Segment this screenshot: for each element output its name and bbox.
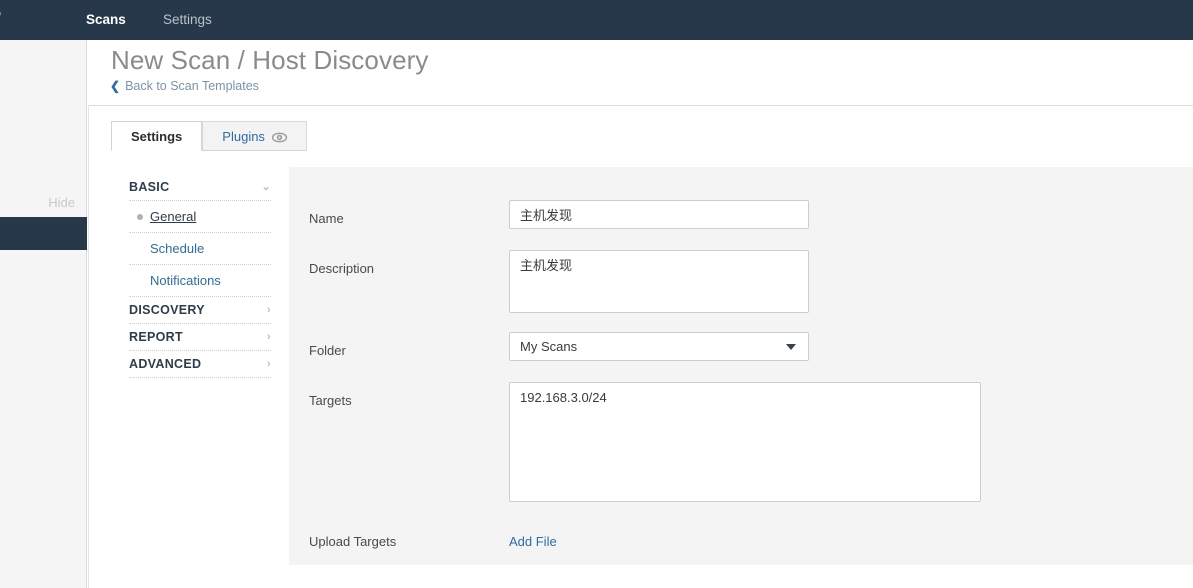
chevron-down-icon <box>786 343 796 350</box>
side-menu-group-basic[interactable]: BASIC ⌄ <box>129 174 271 200</box>
tab-plugins[interactable]: Plugins <box>202 121 307 151</box>
side-menu-group-advanced-label: ADVANCED <box>129 357 202 371</box>
chevron-right-icon: › <box>267 357 271 370</box>
name-input[interactable] <box>509 200 809 229</box>
scan-settings-form: Name Description Folder My Scans Targets… <box>289 167 1193 565</box>
side-menu-group-discovery[interactable]: DISCOVERY › <box>129 297 271 323</box>
main-content-area: Settings Plugins BASIC ⌄ General Schedul… <box>88 107 1193 588</box>
side-menu-group-advanced[interactable]: ADVANCED › <box>129 351 271 377</box>
back-link-label: Back to Scan Templates <box>125 79 259 93</box>
chevron-right-icon: › <box>267 330 271 343</box>
side-menu-group-basic-label: BASIC <box>129 180 170 194</box>
bullet-icon <box>137 213 143 220</box>
folder-field-label: Folder <box>309 343 346 358</box>
description-field-label: Description <box>309 261 375 276</box>
side-menu-item-notifications-label: Notifications <box>150 273 221 288</box>
registered-trademark-icon: ® <box>0 11 1 18</box>
side-menu-item-general[interactable]: General <box>129 201 271 232</box>
app-root: s® Scans Settings Hide les New Scan / Ho… <box>0 0 1193 588</box>
side-menu-group-report-label: REPORT <box>129 330 183 344</box>
eye-icon <box>271 131 288 142</box>
chevron-right-icon: › <box>267 303 271 316</box>
side-menu-item-general-label: General <box>150 209 197 224</box>
targets-field-label: Targets <box>309 393 352 408</box>
side-menu-group-report[interactable]: REPORT › <box>129 324 271 350</box>
side-menu-group-discovery-label: DISCOVERY <box>129 303 205 317</box>
sidebar-hide-button[interactable]: Hide <box>0 195 75 210</box>
tab-settings[interactable]: Settings <box>111 121 203 151</box>
left-sidebar-rail: Hide les <box>0 40 87 588</box>
tab-settings-label: Settings <box>131 128 183 144</box>
side-menu-item-schedule-label: Schedule <box>150 241 205 256</box>
back-to-scan-templates-link[interactable]: ❮ Back to Scan Templates <box>110 79 259 93</box>
folder-select-value: My Scans <box>520 339 578 354</box>
chevron-down-icon: ⌄ <box>261 180 271 193</box>
name-field-label: Name <box>309 211 344 226</box>
tab-bar: Settings Plugins <box>111 121 307 151</box>
tab-plugins-label: Plugins <box>222 128 265 144</box>
upload-targets-field-label: Upload Targets <box>309 534 397 549</box>
settings-side-menu: BASIC ⌄ General Schedule Notifications D… <box>129 174 271 378</box>
chevron-left-icon: ❮ <box>110 79 121 93</box>
page-header: New Scan / Host Discovery ❮ Back to Scan… <box>88 40 1193 106</box>
divider <box>129 377 271 378</box>
folder-select[interactable]: My Scans <box>509 332 809 361</box>
side-menu-item-schedule[interactable]: Schedule <box>129 233 271 264</box>
product-logo[interactable]: s® <box>0 8 1 28</box>
top-navigation-bar: s® Scans Settings <box>0 0 1193 40</box>
side-menu-item-notifications[interactable]: Notifications <box>129 265 271 296</box>
description-textarea[interactable] <box>509 250 809 313</box>
nav-item-scans[interactable]: Scans <box>86 12 126 27</box>
add-file-link[interactable]: Add File <box>509 534 557 549</box>
sidebar-selected-item[interactable] <box>0 217 87 250</box>
targets-textarea[interactable] <box>509 382 981 502</box>
nav-item-settings[interactable]: Settings <box>163 12 212 27</box>
page-title: New Scan / Host Discovery <box>111 45 429 75</box>
